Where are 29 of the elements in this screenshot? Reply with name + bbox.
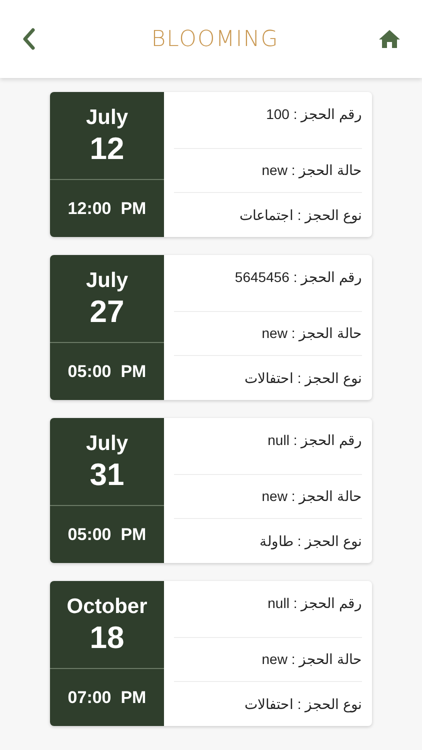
booking-detail: نوع الحجز : احتفالات [244,694,362,714]
booking-detail: نوع الحجز : احتفالات [244,368,362,388]
home-button[interactable] [378,29,400,49]
day-label: 31 [90,456,124,492]
home-icon [378,30,400,48]
time-label: 05:00 PM [68,360,146,383]
booking-detail: حالة الحجز : new [262,161,362,180]
back-icon [22,28,36,50]
booking-detail: رقم الحجز : 100 [266,105,362,124]
booking-detail: رقم الحجز : null [268,594,362,614]
day-label: 18 [90,620,124,656]
back-button[interactable] [22,27,38,51]
month-label: July [86,104,128,130]
booking-detail: نوع الحجز : اجتماعات [239,206,362,226]
month-label: July [86,268,128,294]
app-logo: BLOOMING [151,26,279,54]
time-label: 05:00 PM [68,524,146,546]
booking-detail: رقم الحجز : null [268,431,362,450]
booking-detail: حالة الحجز : new [262,650,362,670]
booking-detail: رقم الحجز : 5645456 [234,268,362,288]
booking-detail: نوع الحجز : طاولة [259,532,362,552]
month-label: July [86,430,128,456]
month-label: October [66,594,148,620]
day-label: 12 [90,130,124,166]
time-label: 12:00 PM [68,198,146,220]
time-label: 07:00 PM [68,686,146,709]
booking-detail: حالة الحجز : new [262,324,362,344]
booking-detail: حالة الحجز : new [262,487,362,506]
day-label: 27 [90,294,124,330]
